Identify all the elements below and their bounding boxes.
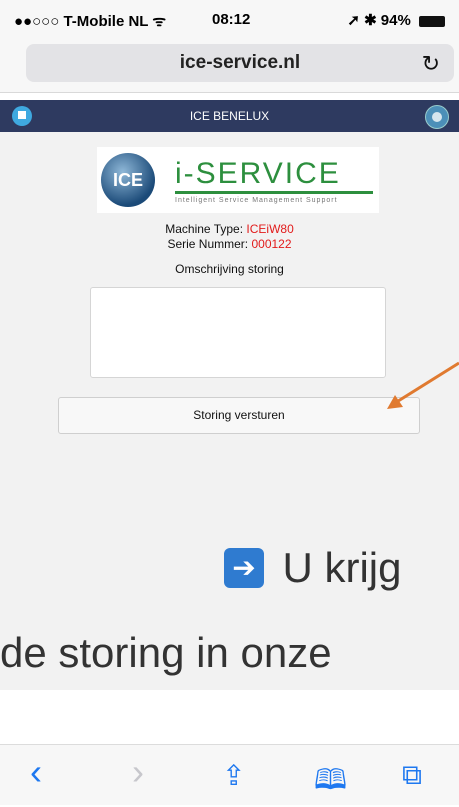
overlay-text-2: de storing in onze bbox=[0, 629, 332, 676]
forward-icon[interactable]: › bbox=[132, 751, 144, 793]
overlay-text-1: U krijg bbox=[282, 544, 402, 591]
description-textarea[interactable] bbox=[90, 287, 386, 378]
battery-icon bbox=[419, 15, 445, 27]
serial-number-row: Serie Nummer: 000122 bbox=[0, 237, 459, 251]
logo-subtitle: Intelligent Service Management Support bbox=[175, 197, 338, 204]
logo-underline bbox=[175, 191, 373, 194]
logo-title: i-SERVICE bbox=[175, 157, 341, 190]
i-service-logo: ICE i-SERVICE Intelligent Service Manage… bbox=[97, 147, 379, 213]
status-bar: ●●○○○ T-Mobile NL ᯤ 08:12 ➚ ✱ 94% bbox=[0, 0, 459, 38]
app-title: ICE BENELUX bbox=[189, 109, 270, 123]
browser-toolbar: ‹ › ⇪ 🕮 ⧉ bbox=[0, 744, 459, 805]
description-label: Omschrijving storing bbox=[175, 262, 284, 276]
machine-type-label: Machine Type: bbox=[165, 222, 244, 236]
bookmarks-icon[interactable]: 🕮 bbox=[314, 759, 347, 807]
reload-icon[interactable]: ↻ bbox=[422, 51, 440, 77]
browser-address-area: ice-service.nl ↻ bbox=[0, 38, 459, 93]
annotation-arrow-icon bbox=[387, 361, 459, 409]
right-arrow-icon: ➔ bbox=[224, 548, 264, 588]
share-icon[interactable]: ⇪ bbox=[222, 759, 245, 792]
serial-number-value: 000122 bbox=[251, 237, 292, 251]
avatar[interactable] bbox=[425, 105, 449, 129]
carrier-signal: ●●○○○ T-Mobile NL ᯤ bbox=[14, 13, 167, 30]
back-icon[interactable]: ‹ bbox=[30, 751, 42, 793]
url-text: ice-service.nl bbox=[179, 52, 301, 73]
battery-percentage: ➚ ✱ 94% bbox=[347, 12, 411, 29]
status-time: 08:12 bbox=[212, 11, 251, 28]
app-header: ICE BENELUX bbox=[0, 100, 459, 132]
overlay-line-1: ➔ U krijg bbox=[224, 544, 401, 599]
machine-type-value: ICEiW80 bbox=[246, 222, 294, 236]
status-indicators: ➚ ✱ 94% bbox=[347, 11, 445, 29]
serial-number-label: Serie Nummer: bbox=[167, 237, 249, 251]
main-content: ICE i-SERVICE Intelligent Service Manage… bbox=[0, 132, 459, 690]
ice-logo-badge: ICE bbox=[101, 153, 155, 207]
submit-fault-button[interactable]: Storing versturen bbox=[58, 397, 420, 434]
address-bar[interactable]: ice-service.nl ↻ bbox=[26, 44, 454, 82]
tabs-icon[interactable]: ⧉ bbox=[402, 759, 422, 792]
machine-type-row: Machine Type: ICEiW80 bbox=[0, 222, 459, 236]
